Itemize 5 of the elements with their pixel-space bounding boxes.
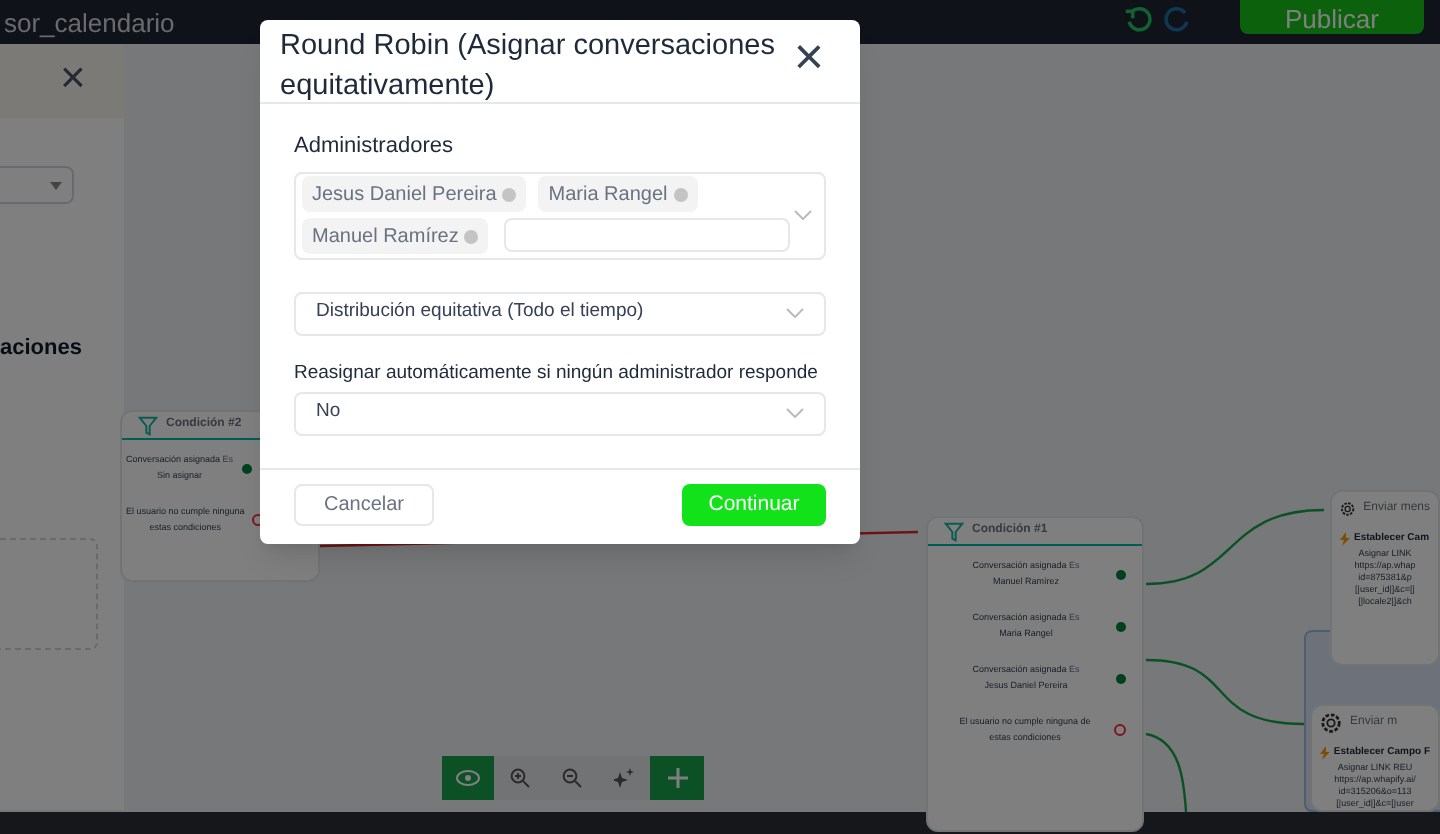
section-heading: aciones — [0, 334, 82, 364]
flow-title: sor_calendario — [4, 6, 175, 42]
field-label: Administradores — [294, 132, 455, 162]
dialog-title: Round Robin (Asignar conversaciones equitativamente) — [280, 28, 777, 106]
field-label: Reasignar automáticamente si ningún administrador responde — [294, 361, 820, 385]
